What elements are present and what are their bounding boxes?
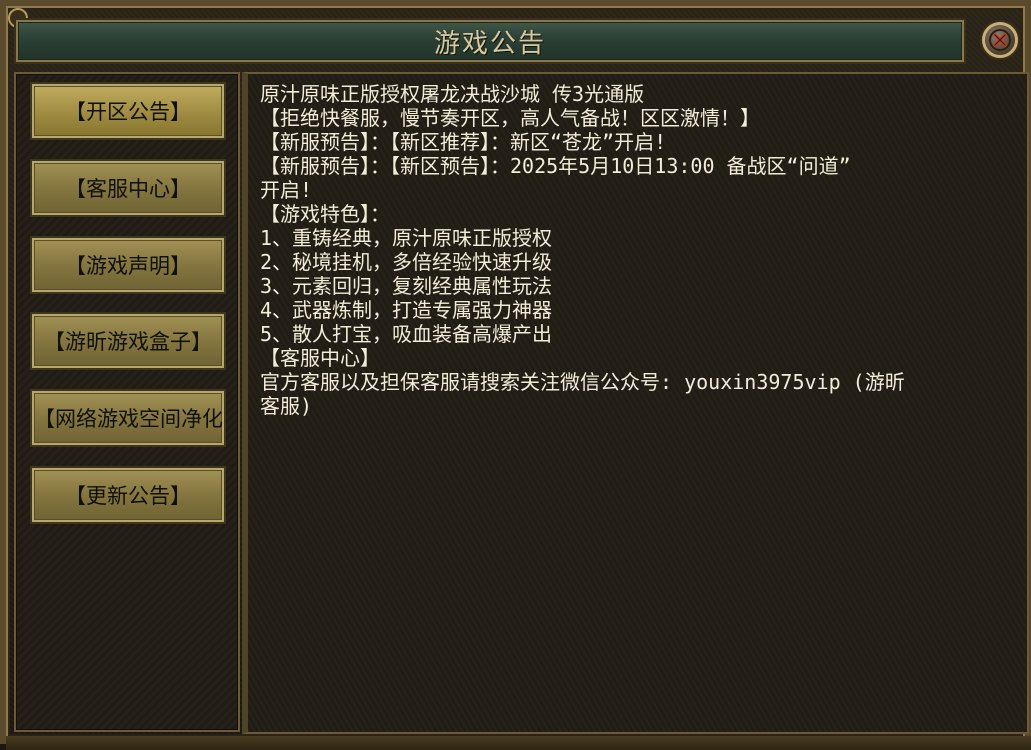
- window-title: 游戏公告: [433, 28, 546, 59]
- sidebar-item-label: 【开区公告】: [65, 100, 191, 124]
- content-line: 4、武器炼制，打造专属强力神器: [260, 298, 553, 322]
- close-button[interactable]: [982, 22, 1018, 58]
- bottom-border: [6, 736, 1031, 750]
- content-line: 开启!: [260, 178, 313, 202]
- sidebar-item-label: 【游昕游戏盒子】: [44, 330, 212, 354]
- content-line: 原汁原味正版授权屠龙决战沙城 传3光通版: [260, 82, 645, 106]
- close-icon: [989, 29, 1011, 51]
- content-line: 5、散人打宝，吸血装备高爆产出: [260, 322, 553, 346]
- content-line: 2、秘境挂机，多倍经验快速升级: [260, 250, 553, 274]
- sidebar-item-label: 【游戏声明】: [65, 254, 191, 278]
- sidebar: 【开区公告】 【客服中心】 【游戏声明】 【游昕游戏盒子】 【网络游戏空间净化 …: [14, 72, 240, 732]
- content-line: 1、重铸经典，原汁原味正版授权: [260, 226, 553, 250]
- content-line: 官方客服以及担保客服请搜索关注微信公众号: youxin3975vip (游昕: [260, 370, 905, 394]
- sidebar-item-game-box[interactable]: 【游昕游戏盒子】: [30, 312, 226, 370]
- announcement-window: 游戏公告 【开区公告】 【客服中心】 【游戏声明】 【游昕游戏盒子】 【网络游戏…: [0, 0, 1031, 750]
- content-line: 【客服中心】: [260, 346, 380, 370]
- sidebar-item-server-announcement[interactable]: 【开区公告】: [30, 82, 226, 140]
- sidebar-item-label: 【更新公告】: [65, 484, 191, 508]
- content-line: 客服): [260, 394, 313, 418]
- sidebar-item-customer-service[interactable]: 【客服中心】: [30, 159, 226, 217]
- sidebar-item-network-purification[interactable]: 【网络游戏空间净化: [30, 389, 226, 447]
- content-line: 【新服预告】：【新区预告】：2025年5月10日13:00 备战区“问道”: [260, 154, 851, 178]
- content-line: 3、元素回归，复刻经典属性玩法: [260, 274, 553, 298]
- sidebar-item-game-statement[interactable]: 【游戏声明】: [30, 236, 226, 294]
- title-bar: 游戏公告: [16, 20, 964, 62]
- announcement-content: 原汁原味正版授权屠龙决战沙城 传3光通版 【拒绝快餐服，慢节奏开区，高人气备战！…: [242, 72, 1029, 734]
- content-line: 【新服预告】：【新区推荐】：新区“苍龙”开启!: [260, 130, 667, 154]
- content-line: 【拒绝快餐服，慢节奏开区，高人气备战！区区激情！】: [260, 106, 760, 130]
- sidebar-item-label: 【网络游戏空间净化: [34, 407, 223, 431]
- sidebar-item-update-announcement[interactable]: 【更新公告】: [30, 466, 226, 524]
- sidebar-item-label: 【客服中心】: [65, 177, 191, 201]
- content-line: 【游戏特色】：: [260, 202, 390, 226]
